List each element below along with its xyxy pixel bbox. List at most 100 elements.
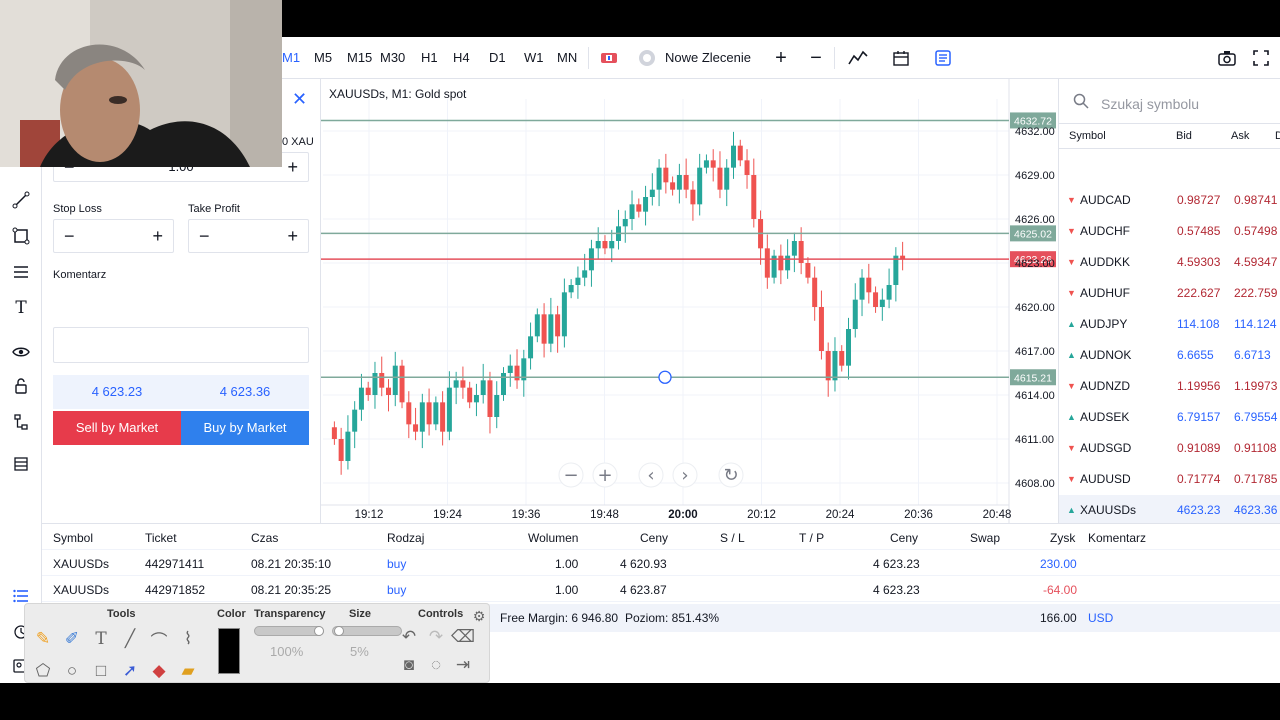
highlighter-icon[interactable]: ▰ bbox=[176, 660, 200, 682]
new-order-icon[interactable] bbox=[636, 47, 658, 69]
symbol-bid: 1.19956 bbox=[1177, 379, 1221, 393]
exit-icon[interactable]: ⇥ bbox=[451, 654, 475, 676]
eraser-icon[interactable]: ◆ bbox=[147, 660, 171, 682]
sell-by-market-button[interactable]: Sell by Market bbox=[53, 411, 181, 445]
x-tick-label: 20:36 bbox=[904, 509, 933, 521]
symbol-row[interactable]: ▼ AUDUSD 0.71774 0.71785 bbox=[1059, 464, 1280, 495]
object-tree-icon[interactable] bbox=[10, 411, 32, 433]
transparency-knob[interactable] bbox=[314, 626, 324, 636]
candle-body bbox=[805, 263, 811, 278]
candle-body bbox=[852, 299, 858, 329]
symbol-row[interactable]: ▼ AUDCAD 0.98727 0.98741 bbox=[1059, 185, 1280, 216]
symbol-list: Szukaj symbolu Symbol Bid Ask D ▼ AUDCAD 0… bbox=[1058, 79, 1280, 526]
stop-loss-increase-button[interactable]: + bbox=[152, 226, 163, 247]
list-icon[interactable] bbox=[10, 453, 32, 475]
search-placeholder[interactable]: Szukaj symbolu bbox=[1101, 96, 1199, 112]
calendar-icon[interactable] bbox=[890, 47, 912, 69]
symbol-row[interactable]: ▼ AUDSGD 0.91089 0.91108 bbox=[1059, 433, 1280, 464]
position-row[interactable]: XAUUSDs 442971411 08.21 20:35:10 buy 1.00 4 6… bbox=[42, 550, 1280, 576]
symbol-row[interactable]: ▲ AUDNOK 6.6655 6.6713 bbox=[1059, 340, 1280, 371]
volume-increase-button[interactable]: + bbox=[287, 157, 298, 178]
transparency-slider[interactable] bbox=[254, 626, 324, 636]
order-panel-icon[interactable] bbox=[932, 47, 954, 69]
eye-icon[interactable] bbox=[10, 341, 32, 363]
chart-canvas[interactable]: 4632.724625.024623.264615.214632.004629.… bbox=[321, 79, 1059, 523]
symbol-row[interactable]: ▼ AUDDKK 4.59303 4.59347 bbox=[1059, 247, 1280, 278]
polyline-icon[interactable]: ⌇ bbox=[176, 628, 200, 650]
indicators-icon[interactable] bbox=[847, 47, 869, 69]
take-profit-increase-button[interactable]: + bbox=[287, 226, 298, 247]
take-profit-stepper[interactable]: − + bbox=[188, 219, 309, 253]
circle-icon[interactable]: ○ bbox=[60, 660, 84, 682]
settings-gear-icon[interactable]: ⚙ bbox=[467, 605, 491, 627]
candle-body bbox=[514, 365, 520, 381]
zoom-out-icon[interactable]: − bbox=[805, 47, 827, 69]
buy-by-market-button[interactable]: Buy by Market bbox=[181, 411, 309, 445]
chevron-left-icon[interactable]: ‹ bbox=[647, 465, 654, 486]
symbol-row[interactable]: ▼ AUDNZD 1.19956 1.19973 bbox=[1059, 371, 1280, 402]
symbol-row[interactable]: ▲ AUDSEK 6.79157 6.79554 bbox=[1059, 402, 1280, 433]
line-icon[interactable]: ╱ bbox=[118, 628, 142, 650]
symbol-row[interactable]: ▼ AUDHUF 222.627 222.759 bbox=[1059, 278, 1280, 309]
symbol-row[interactable]: ▼ AUDCHF 0.57485 0.57498 bbox=[1059, 216, 1280, 247]
plus-icon[interactable]: + bbox=[597, 465, 612, 486]
text-tool-icon[interactable]: T bbox=[10, 297, 32, 319]
minus-icon[interactable]: − bbox=[563, 465, 578, 486]
candle-body bbox=[879, 299, 885, 307]
timeframe-w1[interactable]: W1 bbox=[524, 50, 544, 65]
timeframe-d1[interactable]: D1 bbox=[489, 50, 506, 65]
undo-icon[interactable]: ↶ bbox=[397, 626, 421, 648]
stop-loss-decrease-button[interactable]: − bbox=[64, 226, 75, 247]
close-icon[interactable]: ✕ bbox=[292, 89, 307, 110]
timeframe-h1[interactable]: H1 bbox=[421, 50, 438, 65]
timeframe-m1[interactable]: M1 bbox=[282, 50, 300, 65]
timeframe-m30[interactable]: M30 bbox=[380, 50, 405, 65]
trend-line-icon[interactable] bbox=[10, 189, 32, 211]
candle-body bbox=[494, 395, 500, 417]
reset-icon[interactable]: ↻ bbox=[723, 465, 738, 486]
camera-icon[interactable]: ◙ bbox=[397, 654, 421, 676]
rectangle-icon[interactable]: □ bbox=[89, 660, 113, 682]
color-swatch[interactable] bbox=[218, 628, 240, 674]
size-slider[interactable] bbox=[332, 626, 402, 636]
symbol-bid: 222.627 bbox=[1177, 286, 1221, 300]
chart-title: XAUUSDs, M1: Gold spot bbox=[329, 87, 467, 101]
pencil-icon[interactable]: ✎ bbox=[31, 628, 55, 650]
symbol-row[interactable]: ▲ XAUUSDs 4623.23 4623.36 bbox=[1059, 495, 1280, 526]
candle-body bbox=[433, 402, 439, 425]
size-knob[interactable] bbox=[334, 626, 344, 636]
lock-icon[interactable] bbox=[10, 375, 32, 397]
curve-icon[interactable]: ⌒ bbox=[147, 628, 171, 651]
polygon-icon[interactable]: ⬠ bbox=[31, 660, 55, 682]
timeframe-m15[interactable]: M15 bbox=[347, 50, 372, 65]
price-chart[interactable]: 4632.72 4625.02 4623.26 4615.21 4632.00 4629.… bbox=[320, 79, 1058, 523]
symbol-search[interactable]: Szukaj symbolu bbox=[1069, 91, 1269, 117]
zoom-in-icon[interactable]: + bbox=[770, 47, 792, 69]
pointer-icon[interactable]: ➚ bbox=[118, 660, 142, 682]
timeframe-m5[interactable]: M5 bbox=[314, 50, 332, 65]
symbol-row[interactable]: ▲ AUDJPY 114.108 114.124 bbox=[1059, 309, 1280, 340]
candle-body bbox=[670, 182, 676, 190]
comment-input[interactable] bbox=[53, 327, 309, 363]
screenshot-icon[interactable] bbox=[1216, 47, 1238, 69]
fullscreen-icon[interactable] bbox=[1250, 47, 1272, 69]
rectangle-tool-icon[interactable] bbox=[10, 225, 32, 247]
new-order-button[interactable]: Nowe Zlecenie bbox=[665, 50, 751, 65]
stop-loss-stepper[interactable]: − + bbox=[53, 219, 174, 253]
timeframe-mn[interactable]: MN bbox=[557, 50, 577, 65]
clear-icon[interactable]: ⌫ bbox=[451, 626, 475, 648]
take-profit-decrease-button[interactable]: − bbox=[199, 226, 210, 247]
fib-tool-icon[interactable] bbox=[10, 261, 32, 283]
timeframe-h4[interactable]: H4 bbox=[453, 50, 470, 65]
redo-icon[interactable]: ↷ bbox=[424, 626, 448, 648]
sell-price: 4 623.23 bbox=[53, 375, 181, 409]
line-handle[interactable] bbox=[658, 370, 672, 384]
chevron-right-icon[interactable]: › bbox=[681, 465, 688, 486]
position-row[interactable]: XAUUSDs 442971852 08.21 20:35:25 buy 1.00 4 6… bbox=[42, 576, 1280, 602]
positions-header: Symbol Ticket Czas Rodzaj Wolumen Ceny S… bbox=[42, 524, 1280, 550]
text-icon[interactable]: T bbox=[89, 628, 113, 650]
candle-body bbox=[467, 387, 473, 403]
chart-type-icon[interactable] bbox=[598, 47, 620, 69]
hide-icon[interactable]: ◌ bbox=[424, 654, 448, 676]
marker-icon[interactable]: ✐ bbox=[60, 628, 84, 650]
